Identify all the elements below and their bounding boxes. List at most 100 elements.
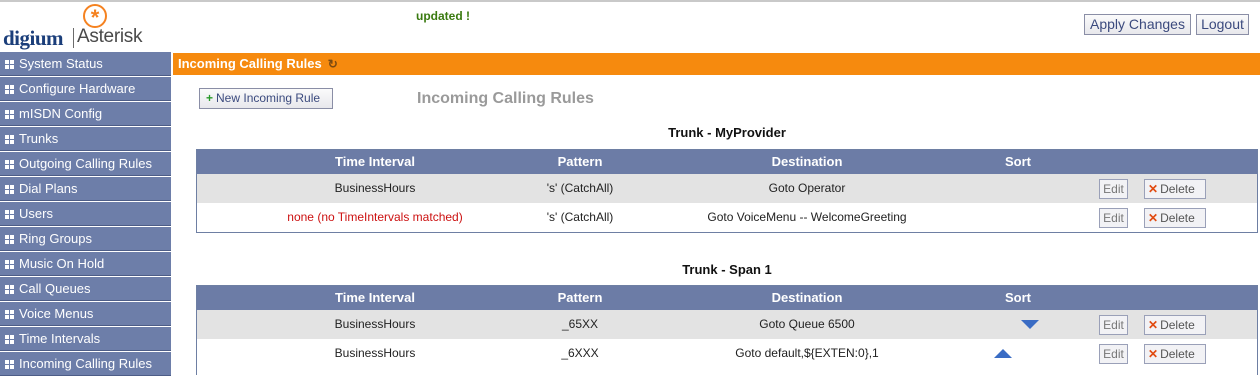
sidebar-item-label: mISDN Config	[19, 106, 103, 121]
table-row: BusinessHours _6XXX Goto default,${EXTEN…	[197, 339, 1257, 368]
trunk-title: Trunk - MyProvider	[668, 125, 786, 140]
asterisk-logo-icon: *	[83, 4, 107, 30]
sidebar-item-time-intervals[interactable]: Time Intervals	[0, 327, 171, 351]
sidebar-item-label: Outgoing Calling Rules	[19, 156, 152, 171]
time-interval-cell: none (no TimeIntervals matched)	[287, 210, 463, 224]
delete-button[interactable]: ✕ Delete	[1144, 344, 1206, 364]
sidebar-item-configure-hardware[interactable]: Configure Hardware	[0, 77, 171, 101]
logo-digium-text: digium	[3, 26, 64, 50]
sidebar-item-outgoing-calling-rules[interactable]: Outgoing Calling Rules	[0, 152, 171, 176]
grid-icon	[5, 285, 14, 294]
sidebar-item-label: Voice Menus	[19, 306, 94, 321]
delete-x-icon: ✕	[1148, 318, 1159, 332]
delete-x-icon: ✕	[1148, 182, 1159, 196]
sidebar-item-voice-menus[interactable]: Voice Menus	[0, 302, 171, 326]
grid-icon	[5, 135, 14, 144]
section-title: Incoming Calling Rules	[417, 90, 594, 107]
time-interval-cell: BusinessHours	[334, 346, 416, 360]
time-interval-cell: BusinessHours	[334, 317, 416, 331]
sort-up-icon[interactable]	[994, 349, 1012, 358]
sidebar-item-call-queues[interactable]: Call Queues	[0, 277, 171, 301]
sidebar-item-label: Music On Hold	[19, 256, 105, 271]
sidebar-item-label: Incoming Calling Rules	[19, 356, 152, 371]
pattern-cell: _6XXX	[561, 346, 599, 360]
column-header-destination: Destination	[771, 154, 843, 169]
sidebar-item-ring-groups[interactable]: Ring Groups	[0, 227, 171, 251]
delete-label: Delete	[1160, 318, 1195, 332]
rules-table: Time Interval Pattern Destination Sort B…	[196, 285, 1258, 375]
logo-separator	[73, 28, 74, 48]
grid-icon	[5, 85, 14, 94]
top-divider	[0, 0, 1260, 2]
delete-label: Delete	[1160, 182, 1195, 196]
destination-cell: Goto default,${EXTEN:0},1	[735, 346, 879, 360]
grid-icon	[5, 260, 14, 269]
edit-button[interactable]: Edit	[1099, 208, 1128, 228]
edit-button[interactable]: Edit	[1099, 179, 1128, 199]
grid-icon	[5, 110, 14, 119]
column-header-time-interval: Time Interval	[335, 154, 415, 169]
edit-button[interactable]: Edit	[1099, 315, 1128, 335]
column-header-sort: Sort	[1005, 154, 1031, 169]
grid-icon	[5, 310, 14, 319]
digium-asterisk-logo: * digium Asterisk	[3, 4, 169, 50]
sidebar-item-dial-plans[interactable]: Dial Plans	[0, 177, 171, 201]
sidebar-item-label: Configure Hardware	[19, 81, 136, 96]
sidebar-item-label: Call Queues	[19, 281, 91, 296]
page-title-bar: Incoming Calling Rules ↻	[173, 53, 1260, 75]
pattern-cell: _65XX	[561, 317, 599, 331]
sidebar-item-label: Trunks	[19, 131, 59, 146]
pattern-cell: 's' (CatchAll)	[546, 181, 614, 195]
delete-button[interactable]: ✕ Delete	[1144, 179, 1206, 199]
table-row: none (no TimeIntervals matched) 's' (Cat…	[197, 203, 1257, 232]
logout-button[interactable]: Logout	[1196, 14, 1249, 35]
sidebar-item-label: Dial Plans	[19, 181, 78, 196]
column-header-sort: Sort	[1005, 290, 1031, 305]
destination-cell: Goto VoiceMenu -- WelcomeGreeting	[707, 210, 907, 224]
sidebar-item-misdn-config[interactable]: mISDN Config	[0, 102, 171, 126]
new-rule-label: New Incoming Rule	[216, 91, 321, 105]
sidebar-item-label: Users	[19, 206, 53, 221]
grid-icon	[5, 60, 14, 69]
column-header-time-interval: Time Interval	[335, 290, 415, 305]
trunk-title: Trunk - Span 1	[682, 262, 772, 277]
logo-asterisk-text: Asterisk	[77, 26, 143, 47]
sort-down-icon[interactable]	[1021, 320, 1039, 329]
sidebar-item-trunks[interactable]: Trunks	[0, 127, 171, 151]
sidebar-item-label: Time Intervals	[19, 331, 101, 346]
delete-button[interactable]: ✕ Delete	[1144, 208, 1206, 228]
sidebar-nav: System Status Configure Hardware mISDN C…	[0, 52, 171, 377]
table-header: Time Interval Pattern Destination Sort	[197, 286, 1257, 310]
edit-button[interactable]: Edit	[1099, 344, 1128, 364]
delete-label: Delete	[1160, 347, 1195, 361]
delete-x-icon: ✕	[1148, 347, 1159, 361]
grid-icon	[5, 335, 14, 344]
grid-icon	[5, 210, 14, 219]
rules-table: Time Interval Pattern Destination Sort B…	[196, 149, 1258, 233]
delete-button[interactable]: ✕ Delete	[1144, 315, 1206, 335]
grid-icon	[5, 160, 14, 169]
time-interval-cell: BusinessHours	[334, 181, 416, 195]
sidebar-item-label: Ring Groups	[19, 231, 92, 246]
column-header-destination: Destination	[771, 290, 843, 305]
pattern-cell: 's' (CatchAll)	[546, 210, 614, 224]
sidebar-item-users[interactable]: Users	[0, 202, 171, 226]
grid-icon	[5, 185, 14, 194]
status-message: updated !	[416, 9, 470, 23]
delete-label: Delete	[1160, 211, 1195, 225]
delete-x-icon: ✕	[1148, 211, 1159, 225]
table-row: BusinessHours _65XX Goto Queue 6500 Edit…	[197, 310, 1257, 339]
column-header-pattern: Pattern	[557, 290, 603, 305]
sidebar-item-label: System Status	[19, 56, 103, 71]
sidebar-item-music-on-hold[interactable]: Music On Hold	[0, 252, 171, 276]
refresh-icon[interactable]: ↻	[328, 53, 338, 75]
plus-icon: +	[206, 91, 214, 105]
destination-cell: Goto Operator	[768, 181, 846, 195]
sidebar-item-system-status[interactable]: System Status	[0, 52, 171, 76]
column-header-pattern: Pattern	[557, 154, 603, 169]
page-title: Incoming Calling Rules	[178, 56, 322, 71]
destination-cell: Goto Queue 6500	[759, 317, 855, 331]
new-incoming-rule-button[interactable]: + New Incoming Rule	[199, 88, 333, 109]
sidebar-item-incoming-calling-rules[interactable]: Incoming Calling Rules	[0, 352, 171, 376]
apply-changes-button[interactable]: Apply Changes	[1084, 14, 1191, 35]
